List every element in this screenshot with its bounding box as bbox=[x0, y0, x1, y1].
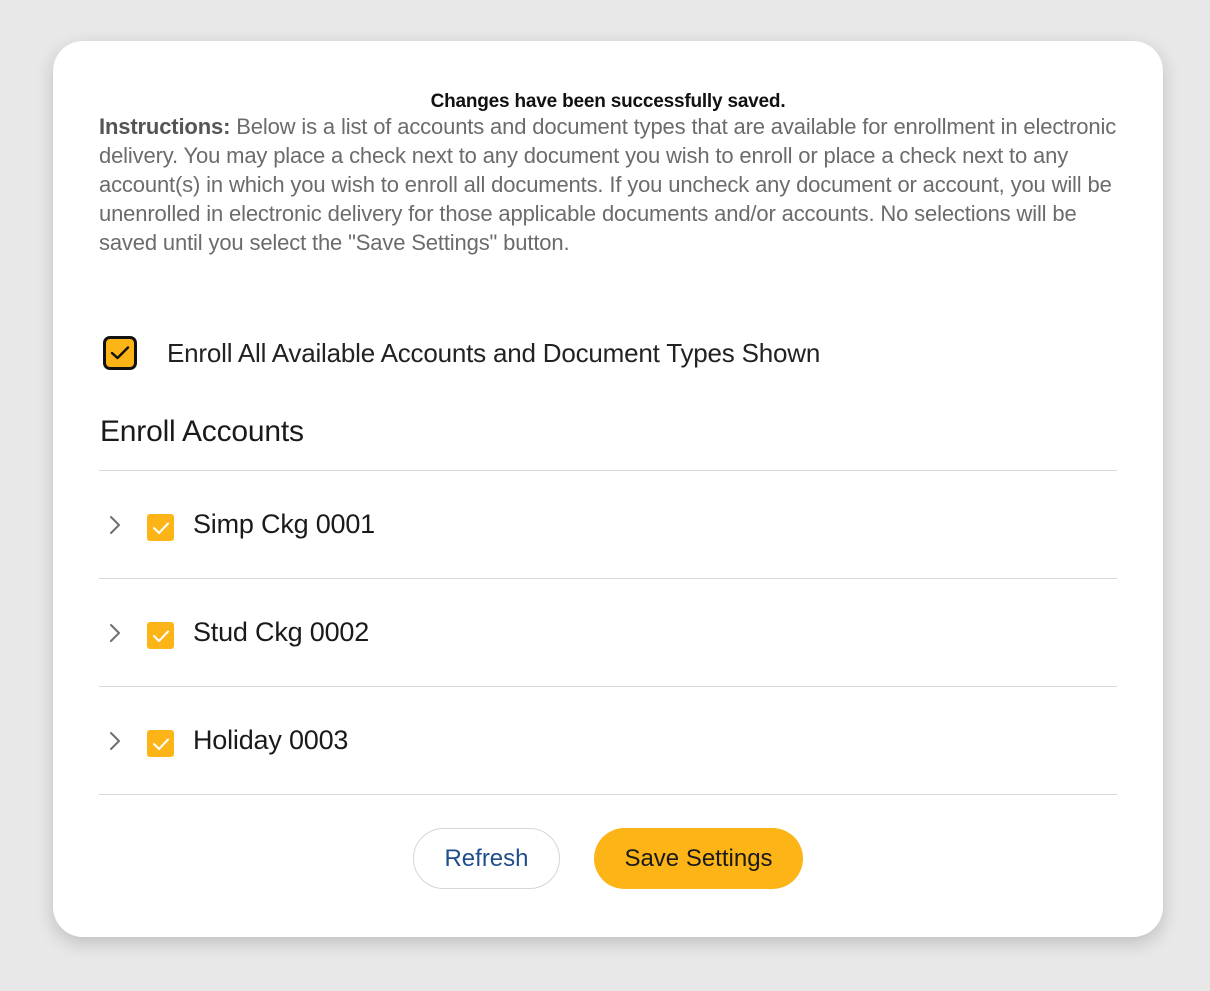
account-label: Simp Ckg 0001 bbox=[193, 509, 375, 539]
instructions-label: Instructions: bbox=[99, 114, 231, 139]
instructions-text: Instructions: Below is a list of account… bbox=[99, 112, 1124, 257]
section-title: Enroll Accounts bbox=[100, 415, 304, 448]
checkmark-icon bbox=[152, 738, 169, 750]
expand-toggle[interactable] bbox=[105, 515, 125, 535]
accounts-list: Simp Ckg 0001 Stud Ckg 0002 Holiday 0003 bbox=[99, 470, 1117, 795]
button-bar: Refresh Save Settings bbox=[53, 828, 1163, 889]
account-label: Stud Ckg 0002 bbox=[193, 617, 370, 647]
account-row-simp-ckg: Simp Ckg 0001 bbox=[99, 471, 1117, 579]
chevron-right-icon bbox=[110, 515, 120, 534]
expand-toggle[interactable] bbox=[105, 623, 125, 643]
save-settings-button[interactable]: Save Settings bbox=[594, 828, 803, 889]
chevron-right-icon bbox=[110, 731, 120, 750]
enroll-all-label: Enroll All Available Accounts and Docume… bbox=[167, 337, 821, 368]
instructions-body: Below is a list of accounts and document… bbox=[99, 114, 1117, 255]
account-checkbox[interactable] bbox=[147, 514, 174, 541]
success-message: Changes have been successfully saved. bbox=[430, 91, 786, 112]
checkmark-icon bbox=[152, 630, 169, 642]
account-checkbox[interactable] bbox=[147, 622, 174, 649]
checkmark-icon bbox=[110, 346, 130, 360]
account-row-stud-ckg: Stud Ckg 0002 bbox=[99, 579, 1117, 687]
enroll-all-option[interactable]: Enroll All Available Accounts and Docume… bbox=[103, 336, 820, 370]
account-row-holiday: Holiday 0003 bbox=[99, 687, 1117, 795]
checkmark-icon bbox=[152, 522, 169, 534]
chevron-right-icon bbox=[110, 623, 120, 642]
account-label: Holiday 0003 bbox=[193, 725, 349, 755]
expand-toggle[interactable] bbox=[105, 731, 125, 751]
enroll-all-checkbox[interactable] bbox=[103, 336, 137, 370]
account-checkbox[interactable] bbox=[147, 730, 174, 757]
enrollment-card: Changes have been successfully saved. In… bbox=[53, 41, 1163, 937]
refresh-button[interactable]: Refresh bbox=[413, 828, 560, 889]
